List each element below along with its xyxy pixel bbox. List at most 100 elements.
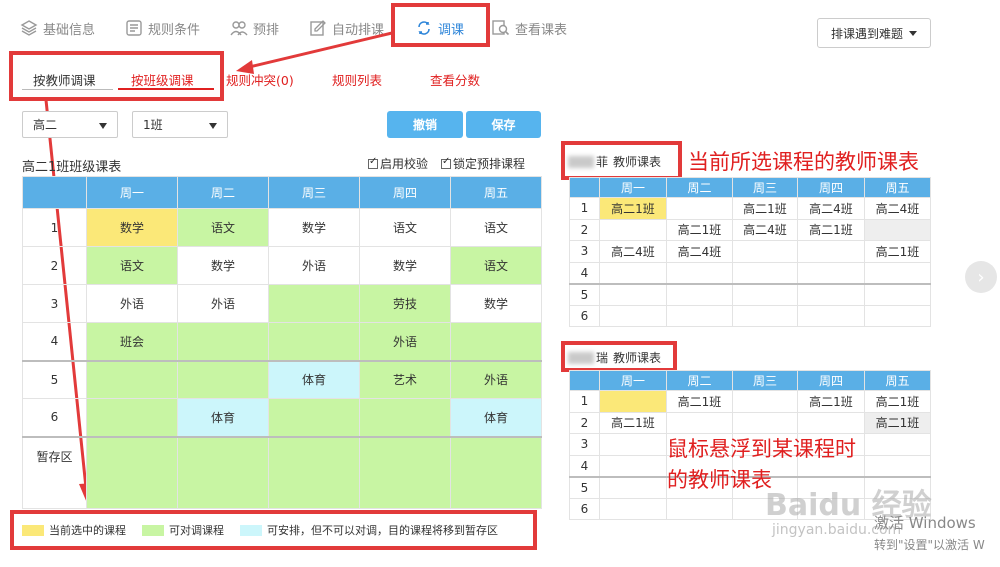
course-cell[interactable]: 语文	[359, 208, 451, 247]
teacher-cell	[797, 282, 865, 306]
checkbox-icon[interactable]	[368, 156, 378, 169]
course-cell[interactable]	[177, 359, 269, 399]
header-cell	[569, 177, 600, 198]
course-cell[interactable]: 体育	[450, 398, 542, 437]
teacher-cell	[599, 497, 667, 520]
period-cell: 4	[22, 322, 87, 361]
course-cell[interactable]	[268, 398, 360, 437]
next-arrow-button[interactable]: ›	[965, 261, 997, 293]
teacher-timetable-1: 周一 周二 周三 周四 周五 1 高二1班 高二1班 高二4班 高二4班 2 高…	[569, 177, 931, 327]
course-cell[interactable]: 外语	[268, 246, 360, 285]
staging-cell[interactable]	[177, 435, 269, 509]
course-cell[interactable]: 语文	[86, 246, 178, 285]
teacher-cell	[666, 261, 733, 284]
teacher-cell	[732, 411, 798, 434]
course-cell[interactable]	[177, 322, 269, 361]
course-cell[interactable]	[86, 359, 178, 399]
teacher-cell: 高二1班	[599, 411, 667, 434]
teacher-cell	[797, 240, 865, 263]
course-cell[interactable]: 外语	[359, 322, 451, 361]
teacher-cell: 高二4班	[864, 197, 931, 220]
class-select[interactable]: 1班	[132, 111, 228, 138]
teacher-cell	[599, 454, 667, 477]
activate-windows-title: 激活 Windows	[874, 514, 976, 532]
table-row: 4	[569, 261, 931, 284]
course-cell[interactable]: 数学	[450, 284, 542, 323]
course-cell[interactable]: 艺术	[359, 359, 451, 399]
header-cell: 周四	[359, 176, 451, 209]
teacher-cell	[599, 261, 667, 284]
course-cell[interactable]: 班会	[86, 322, 178, 361]
teacher-cell	[666, 197, 733, 220]
course-cell[interactable]: 数学	[359, 246, 451, 285]
header-cell: 周一	[599, 177, 667, 198]
course-cell[interactable]: 劳技	[359, 284, 451, 323]
table-row: 1 数学 语文 数学 语文 语文	[22, 208, 542, 247]
header-cell: 周二	[666, 370, 733, 391]
table-row: 1 高二1班 高二1班 高二1班	[569, 390, 931, 413]
header-cell: 周五	[864, 177, 931, 198]
staging-cell[interactable]	[450, 435, 542, 509]
teacher-cell: 高二1班	[666, 390, 733, 413]
teacher-cell	[864, 433, 931, 456]
teacher-cell: 高二1班	[864, 411, 931, 434]
grade-select[interactable]: 高二	[22, 111, 118, 138]
teacher-cell	[864, 454, 931, 477]
course-cell[interactable]: 外语	[177, 284, 269, 323]
period-cell: 5	[569, 475, 600, 499]
teacher-cell: 高二4班	[797, 197, 865, 220]
staging-row: 暂存区	[22, 435, 542, 509]
course-cell[interactable]: 语文	[177, 208, 269, 247]
course-cell[interactable]: 数学	[268, 208, 360, 247]
header-cell: 周四	[797, 177, 865, 198]
course-cell[interactable]: 数学	[177, 246, 269, 285]
teacher-cell	[599, 475, 667, 499]
teacher-table-1-title: 菲教师课表	[568, 153, 661, 170]
course-cell[interactable]: 外语	[450, 359, 542, 399]
staging-cell[interactable]	[268, 435, 360, 509]
class-table-title: 高二1班班级课表	[22, 160, 122, 175]
save-button[interactable]: 保存	[466, 111, 541, 138]
period-cell: 1	[22, 208, 87, 247]
table-row: 1 高二1班 高二1班 高二4班 高二4班	[569, 197, 931, 220]
teacher-cell	[864, 282, 931, 306]
course-cell[interactable]	[450, 322, 542, 361]
teacher-cell: 高二4班	[666, 240, 733, 263]
staging-cell[interactable]	[86, 435, 178, 509]
header-cell: 周五	[864, 370, 931, 391]
teacher-cell	[599, 390, 667, 413]
table-row: 5 体育 艺术 外语	[22, 359, 542, 399]
header-cell: 周三	[268, 176, 360, 209]
period-cell: 2	[569, 218, 600, 241]
staging-label: 暂存区	[22, 435, 87, 509]
teacher-cell	[864, 261, 931, 284]
check-enable-validation[interactable]: 启用校验	[368, 155, 428, 172]
course-cell[interactable]	[268, 284, 360, 323]
table-header-row: 周一 周二 周三 周四 周五	[569, 370, 931, 391]
course-cell[interactable]	[359, 398, 451, 437]
course-cell[interactable]: 体育	[177, 398, 269, 437]
teacher-cell	[732, 261, 798, 284]
period-cell: 4	[569, 261, 600, 284]
course-cell[interactable]: 数学	[86, 208, 178, 247]
period-cell: 3	[569, 433, 600, 456]
course-cell[interactable]: 体育	[268, 359, 360, 399]
course-cell[interactable]: 语文	[450, 246, 542, 285]
undo-button[interactable]: 撤销	[387, 111, 463, 138]
period-cell: 3	[569, 240, 600, 263]
table-row: 6	[569, 304, 931, 327]
course-cell[interactable]	[268, 322, 360, 361]
period-cell: 5	[22, 359, 87, 399]
teacher-cell	[797, 411, 865, 434]
course-cell[interactable]: 语文	[450, 208, 542, 247]
checkbox-icon[interactable]	[441, 156, 451, 169]
course-cell[interactable]: 外语	[86, 284, 178, 323]
table-header-row: 周一 周二 周三 周四 周五	[22, 176, 542, 209]
teacher-cell	[599, 218, 667, 241]
header-cell: 周三	[732, 177, 798, 198]
check-lock-prearranged[interactable]: 锁定预排课程	[441, 155, 525, 172]
legend-swatch	[240, 524, 262, 536]
staging-cell[interactable]	[359, 435, 451, 509]
teacher-cell: 高二1班	[797, 390, 865, 413]
course-cell[interactable]	[86, 398, 178, 437]
